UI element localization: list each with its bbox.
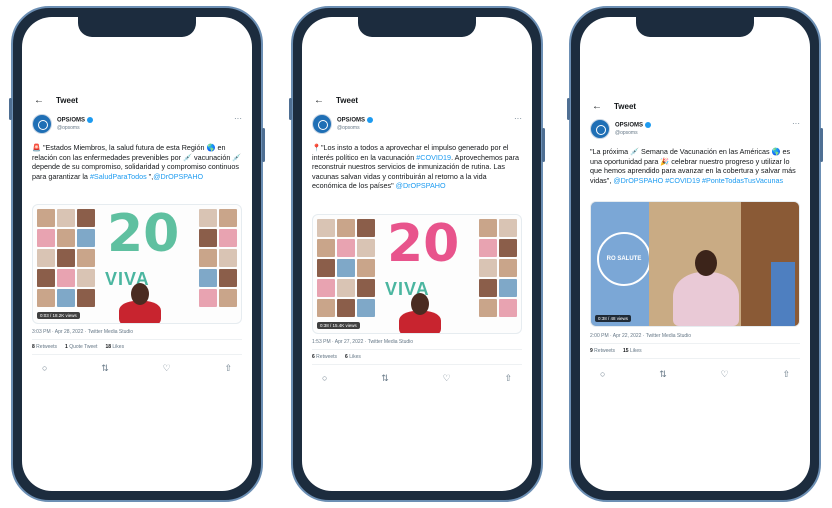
phone-screen: ← Tweet OPS/OMS @opsoms ··· "La próxima …: [580, 17, 810, 491]
side-button: [289, 98, 292, 120]
avatar[interactable]: [32, 114, 52, 134]
tweet-actions: ○ ⇅ ♡ ⇧: [42, 363, 232, 374]
speaker: [119, 301, 161, 323]
retweet-count[interactable]: 8 Retweets: [32, 344, 57, 350]
author-name[interactable]: OPS/OMS: [615, 122, 652, 129]
reply-icon[interactable]: ○: [322, 373, 327, 384]
share-icon[interactable]: ⇧: [782, 369, 790, 380]
more-options-icon[interactable]: ···: [234, 114, 242, 123]
like-count[interactable]: 18 Likes: [105, 344, 124, 350]
tweet-text: "La próxima 💉 Semana de Vacunación en la…: [590, 147, 796, 185]
back-arrow-icon[interactable]: ←: [34, 95, 44, 106]
video-badge: 0:38 / 48 views: [595, 315, 632, 322]
like-count[interactable]: 6 Likes: [345, 354, 361, 360]
share-icon[interactable]: ⇧: [504, 373, 512, 384]
video-badge: 0:38 / 15.4K views: [317, 322, 360, 329]
mention-link[interactable]: @DrOPSPAHO: [153, 172, 203, 181]
share-icon[interactable]: ⇧: [224, 363, 232, 374]
quote-count[interactable]: 1 Quote Tweet: [65, 344, 97, 350]
avatar[interactable]: [312, 114, 332, 134]
seal-logo: RO SALUTE: [597, 232, 651, 286]
like-count[interactable]: 15 Likes: [623, 348, 642, 354]
tweet-timestamp: 1:53 PM · Apr 27, 2022 · Twitter Media S…: [312, 339, 414, 345]
side-button: [9, 98, 12, 120]
tweet-author[interactable]: OPS/OMS @opsoms ···: [32, 114, 242, 138]
retweet-count[interactable]: 9 Retweets: [590, 348, 615, 354]
author-handle: @opsoms: [57, 125, 80, 131]
more-options-icon[interactable]: ···: [514, 114, 522, 123]
reply-icon[interactable]: ○: [42, 363, 47, 374]
reply-icon[interactable]: ○: [600, 369, 605, 380]
tweet-header: ← Tweet: [34, 95, 78, 106]
mention-hashtag-links[interactable]: @DrOPSPAHO #COVID19 #PonteTodasTusVacuna…: [613, 176, 783, 185]
page-title: Tweet: [614, 102, 637, 111]
anniversary-logo: 20: [107, 204, 180, 264]
tweet-timestamp: 2:00 PM · Apr 22, 2022 · Twitter Media S…: [590, 333, 692, 339]
speaker: [399, 311, 441, 333]
retweet-icon[interactable]: ⇅: [381, 373, 389, 384]
tweet-stats: 9 Retweets 15 Likes: [590, 343, 800, 359]
phone-frame-3: ← Tweet OPS/OMS @opsoms ··· "La próxima …: [567, 6, 823, 502]
retweet-count[interactable]: 6 Retweets: [312, 354, 337, 360]
photo-grid-left: [317, 219, 375, 317]
tweet-video[interactable]: 20 VIVA 0:38 / 15.4K views: [312, 214, 522, 334]
photo-grid-right: [479, 219, 517, 317]
retweet-icon[interactable]: ⇅: [101, 363, 109, 374]
back-arrow-icon[interactable]: ←: [592, 101, 602, 112]
page-title: Tweet: [56, 96, 79, 105]
tweet-author[interactable]: OPS/OMS @opsoms ···: [590, 119, 800, 143]
more-options-icon[interactable]: ···: [792, 119, 800, 128]
verified-icon: [367, 117, 374, 123]
tweet-video[interactable]: 20 VIVA 0:03 / 18.2K views: [32, 204, 242, 324]
tweet-stats: 6 Retweets 6 Likes: [312, 349, 522, 365]
author-name[interactable]: OPS/OMS: [57, 117, 94, 124]
small-flag: [771, 262, 795, 326]
side-button: [262, 128, 265, 162]
tweet-stats: 8 Retweets 1 Quote Tweet 18 Likes: [32, 339, 242, 355]
photo-grid-left: [37, 209, 95, 307]
anniversary-logo: 20: [387, 214, 460, 274]
like-icon[interactable]: ♡: [721, 369, 729, 380]
mention-link[interactable]: @DrOPSPAHO: [396, 181, 446, 190]
photo-grid-right: [199, 209, 237, 307]
author-handle: @opsoms: [615, 130, 638, 136]
verified-icon: [645, 122, 652, 128]
tweet-text: 📍"Los insto a todos a aprovechar el impu…: [312, 143, 519, 190]
hashtag-link[interactable]: #COVID19: [416, 153, 451, 162]
hashtag-link[interactable]: #SaludParaTodos: [90, 172, 147, 181]
tweet-actions: ○ ⇅ ♡ ⇧: [322, 373, 512, 384]
tweet-header: ← Tweet: [314, 95, 358, 106]
back-arrow-icon[interactable]: ←: [314, 95, 324, 106]
side-button: [820, 128, 823, 162]
notch: [636, 17, 754, 37]
author-name[interactable]: OPS/OMS: [337, 117, 374, 124]
phone-screen: ← Tweet OPS/OMS @opsoms ··· 📍"Los insto …: [302, 17, 532, 491]
phone-frame-2: ← Tweet OPS/OMS @opsoms ··· 📍"Los insto …: [289, 6, 545, 502]
notch: [358, 17, 476, 37]
tweet-actions: ○ ⇅ ♡ ⇧: [600, 369, 790, 380]
tweet-timestamp: 3:03 PM · Apr 28, 2022 · Twitter Media S…: [32, 329, 134, 335]
retweet-icon[interactable]: ⇅: [659, 369, 667, 380]
phone-frame-1: ← Tweet OPS/OMS @opsoms ··· 🚨 "Estados M…: [9, 6, 265, 502]
notch: [78, 17, 196, 37]
tweet-header: ← Tweet: [592, 101, 636, 112]
phone-screen: ← Tweet OPS/OMS @opsoms ··· 🚨 "Estados M…: [22, 17, 252, 491]
video-badge: 0:03 / 18.2K views: [37, 312, 80, 319]
tweet-author[interactable]: OPS/OMS @opsoms ···: [312, 114, 522, 138]
author-handle: @opsoms: [337, 125, 360, 131]
side-button: [542, 128, 545, 162]
like-icon[interactable]: ♡: [443, 373, 451, 384]
tweet-text: 🚨 "Estados Miembros, la salud futura de …: [32, 143, 242, 181]
speaker: [673, 272, 739, 326]
verified-icon: [87, 117, 94, 123]
like-icon[interactable]: ♡: [163, 363, 171, 374]
page-title: Tweet: [336, 96, 359, 105]
tweet-video[interactable]: RO SALUTE 0:38 / 48 views: [590, 201, 800, 327]
avatar[interactable]: [590, 119, 610, 139]
side-button: [567, 98, 570, 120]
